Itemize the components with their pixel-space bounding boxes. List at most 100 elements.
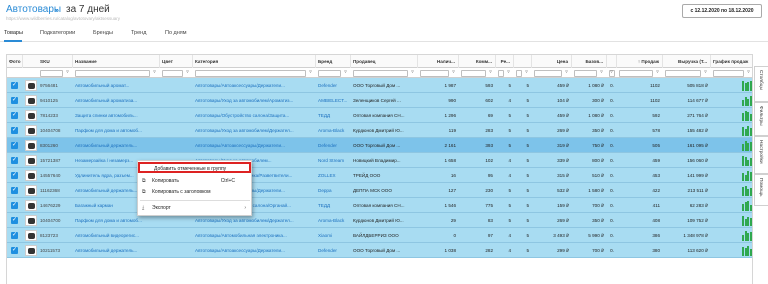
column-header-comments[interactable]: Комм... xyxy=(459,55,496,68)
table-row[interactable]: ✓ 10404700 Парфюм для дома и автомоб... Авт… xyxy=(7,213,752,228)
product-photo[interactable] xyxy=(25,185,37,196)
cell-category[interactable]: Автотовары/Уход за автомобилем/Держател.… xyxy=(193,123,316,138)
filter-input-name[interactable] xyxy=(75,70,150,77)
cell-category[interactable]: Автотовары/Автоаксессуары/Держатели... xyxy=(193,243,316,258)
filter-input-revenue[interactable] xyxy=(665,70,701,77)
column-header-stock[interactable]: Налич... xyxy=(418,55,459,68)
product-photo[interactable] xyxy=(25,230,37,241)
cell-product-name[interactable]: Автомобильный держатель... xyxy=(73,138,160,153)
cell-brand[interactable]: Nord Stream xyxy=(316,153,351,168)
filter-input-stock[interactable] xyxy=(420,70,449,77)
filter-input-brand[interactable] xyxy=(318,70,341,77)
cell-brand[interactable]: Deppa xyxy=(316,183,351,198)
column-header-category[interactable]: Категория xyxy=(193,55,316,68)
cell-brand[interactable]: ТЕДД xyxy=(316,198,351,213)
table-row[interactable]: ✓14557640Удлинитель ядра, разъем...Автот… xyxy=(7,168,752,183)
column-header-c4[interactable] xyxy=(514,55,532,68)
filter-input-base[interactable] xyxy=(574,70,597,77)
filter-icon[interactable]: ▿ xyxy=(151,69,158,76)
product-photo[interactable] xyxy=(25,155,37,166)
catalog-url[interactable]: https://www.wildberries.ru/catalog/avtot… xyxy=(6,16,120,21)
cell-category[interactable]: Автотовары/Обустройство салона/Защита... xyxy=(193,108,316,123)
filter-input-c4[interactable] xyxy=(516,70,522,77)
filter-icon[interactable]: ▿ xyxy=(654,69,661,76)
column-header-revenue[interactable]: Выручка (Т... xyxy=(663,55,711,68)
cell-brand[interactable]: ZOLLEX xyxy=(316,168,351,183)
table-row[interactable]: ✓ 8301260 Автомобильный держатель... Автото… xyxy=(7,138,752,153)
menu-item-copy-with-header[interactable]: ⧉ Копировать с заголовком xyxy=(138,187,251,198)
row-checkbox[interactable]: ✓ xyxy=(11,217,18,224)
table-row[interactable]: ✓ 9756481 Автомобильный аромат... Автотовар… xyxy=(7,78,752,93)
cell-product-name[interactable]: Автомобильный аромат... xyxy=(73,78,160,93)
filter-icon[interactable]: ▿ xyxy=(450,69,457,76)
table-row[interactable]: ✓14676229Багажный карманАвтотовары/Обуст… xyxy=(7,198,752,213)
product-photo[interactable] xyxy=(25,95,37,106)
column-header-rating[interactable]: Ре... xyxy=(496,55,514,68)
side-tab-help[interactable]: Помощь xyxy=(754,174,768,206)
row-checkbox[interactable]: ✓ xyxy=(11,112,18,119)
cell-brand[interactable]: Defender xyxy=(316,78,351,93)
filter-icon[interactable]: ▿ xyxy=(342,69,349,76)
cell-product-name[interactable]: Защита спинки автомобиль... xyxy=(73,108,160,123)
cell-product-name[interactable]: Автомобильный видеорегис... xyxy=(73,228,160,243)
filter-icon[interactable]: ▿ xyxy=(487,69,494,76)
cell-category[interactable]: Автотовары/Автомобильная электроника... xyxy=(193,228,316,243)
column-header-chart[interactable]: График продаж xyxy=(711,55,752,68)
row-checkbox[interactable]: ✓ xyxy=(11,97,18,104)
column-header-seller[interactable]: Продавец xyxy=(351,55,418,68)
filter-input-rating[interactable] xyxy=(498,70,504,77)
table-row[interactable]: ✓ 7814233 Защита спинки автомобиль... Автот… xyxy=(7,108,752,123)
filter-icon[interactable]: ▿ xyxy=(505,69,512,76)
table-row[interactable]: ✓ 10404708 Парфюм для дома и автомоб... Авт… xyxy=(7,123,752,138)
menu-item-copy[interactable]: ⧉ Копировать Ctrl+C xyxy=(138,176,251,187)
date-range-button[interactable]: с 12.12.2020 по 18.12.2020 xyxy=(682,4,762,18)
chevron-down-icon[interactable]: ⌄ xyxy=(53,4,60,13)
product-photo[interactable] xyxy=(25,110,37,121)
row-checkbox[interactable]: ✓ xyxy=(11,247,18,254)
tab-products[interactable]: Товары xyxy=(4,30,23,36)
filter-input-seller[interactable] xyxy=(353,70,408,77)
filter-input-sku[interactable] xyxy=(40,70,63,77)
tab-trend[interactable]: Тренд xyxy=(131,30,146,36)
filter-input-price[interactable] xyxy=(534,70,562,77)
cell-brand[interactable]: AMBIELECT... xyxy=(316,93,351,108)
row-checkbox[interactable]: ✓ xyxy=(11,82,18,89)
table-row[interactable]: ✓ 10211573 Автомобильный держатель... Автот… xyxy=(7,243,752,258)
product-photo[interactable] xyxy=(25,80,37,91)
cell-brand[interactable]: Defender xyxy=(316,243,351,258)
product-photo[interactable] xyxy=(25,125,37,136)
filter-icon[interactable]: ▿ xyxy=(64,69,71,76)
filter-input-color[interactable] xyxy=(162,70,183,77)
filter-input-chart[interactable] xyxy=(713,70,744,77)
cell-brand[interactable]: ТЕДД xyxy=(316,108,351,123)
filter-icon[interactable]: ▿ xyxy=(307,69,314,76)
filter-input-comments[interactable] xyxy=(461,70,486,77)
menu-item-add-to-group[interactable]: Добавить отмеченные в группу xyxy=(138,162,251,173)
filter-icon[interactable]: ▿ xyxy=(608,69,615,76)
cell-category[interactable]: Автотовары/Автоаксессуары/Держатели... xyxy=(193,78,316,93)
cell-category[interactable]: Автотовары/Автоаксессуары/Держатели... xyxy=(193,138,316,153)
table-row[interactable]: ✓11162368Автомобильный держатель...Автот… xyxy=(7,183,752,198)
product-photo[interactable] xyxy=(25,200,37,211)
cell-brand[interactable]: Xiaomi xyxy=(316,228,351,243)
filter-input-sales[interactable] xyxy=(619,70,653,77)
cell-brand[interactable]: Defender xyxy=(316,138,351,153)
filter-icon[interactable]: ▿ xyxy=(563,69,570,76)
product-photo[interactable] xyxy=(25,170,37,181)
filter-icon[interactable]: ▿ xyxy=(745,69,752,76)
side-tab-columns[interactable]: Столбцы xyxy=(754,66,768,102)
table-row[interactable]: ✓ 9410125 Автомобильный ароматиза... Автото… xyxy=(7,93,752,108)
row-checkbox[interactable]: ✓ xyxy=(11,127,18,134)
row-checkbox[interactable]: ✓ xyxy=(11,187,18,194)
row-checkbox[interactable]: ✓ xyxy=(11,142,18,149)
cell-brand[interactable]: Aroma-Black xyxy=(316,213,351,228)
filter-icon[interactable]: ▿ xyxy=(702,69,709,76)
column-header-base[interactable]: Базов... xyxy=(572,55,607,68)
cell-product-name[interactable]: Парфюм для дома и автомоб... xyxy=(73,123,160,138)
column-header-sku[interactable]: SKU xyxy=(38,55,73,68)
filter-icon[interactable]: ▿ xyxy=(409,69,416,76)
row-checkbox[interactable]: ✓ xyxy=(11,157,18,164)
cell-product-name[interactable]: Автомобильный ароматиза... xyxy=(73,93,160,108)
filter-icon[interactable]: ▿ xyxy=(184,69,191,76)
cell-product-name[interactable]: Автомобильный держатель... xyxy=(73,243,160,258)
